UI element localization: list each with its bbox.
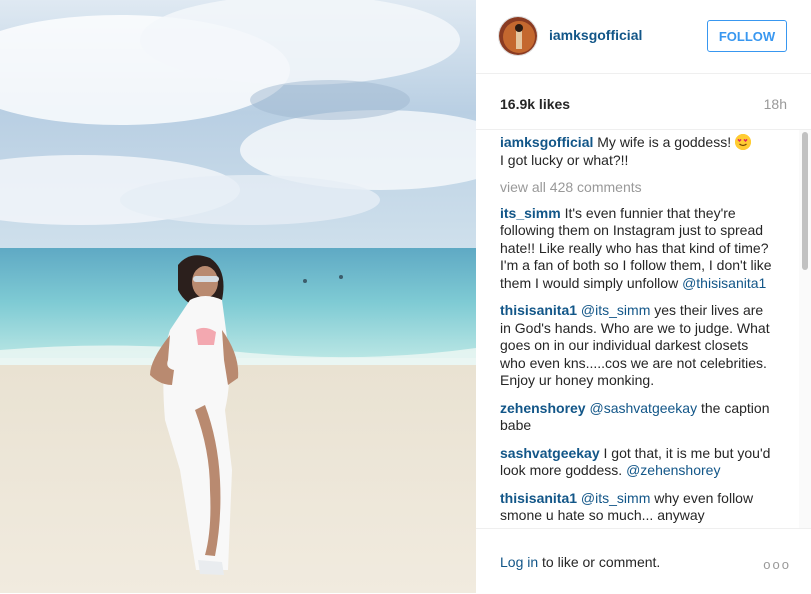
scrollbar-thumb[interactable] [802, 132, 808, 270]
comment-mention[interactable]: @thisisanita1 [682, 275, 766, 291]
login-prompt: Log in to like or comment. [500, 554, 660, 570]
comment: sashvatgeekay I got that, it is me but y… [500, 445, 775, 480]
login-prompt-text: to like or comment. [542, 554, 661, 570]
heart-eyes-emoji [735, 134, 751, 150]
caption-username[interactable]: iamksgofficial [500, 134, 593, 150]
post-photo[interactable] [0, 0, 476, 593]
more-options-icon[interactable]: ooo [763, 557, 791, 572]
likes-count[interactable]: 16.9k likes [500, 96, 570, 112]
avatar-image [499, 17, 537, 55]
comments-list[interactable]: iamksgofficial My wife is a goddess! I g… [476, 130, 799, 528]
comment-username[interactable]: thisisanita1 [500, 490, 577, 506]
login-link[interactable]: Log in [500, 554, 538, 570]
post-timestamp[interactable]: 18h [764, 96, 787, 112]
comment-username[interactable]: zehenshorey [500, 400, 586, 416]
follow-button[interactable]: FOLLOW [707, 20, 787, 52]
post-sidebar: iamksgofficial FOLLOW 16.9k likes 18h ia… [476, 0, 811, 593]
comment: zehenshorey @sashvatgeekay the caption b… [500, 400, 775, 435]
caption: iamksgofficial My wife is a goddess! I g… [500, 134, 775, 169]
comment-mention[interactable]: @its_simm [581, 302, 650, 318]
instagram-post-view: iamksgofficial FOLLOW 16.9k likes 18h ia… [0, 0, 811, 593]
comment-username[interactable]: sashvatgeekay [500, 445, 600, 461]
comment-username[interactable]: its_simm [500, 205, 561, 221]
comment-mention[interactable]: @zehenshorey [626, 462, 720, 478]
comment-mention[interactable]: @sashvatgeekay [589, 400, 697, 416]
view-all-comments-link[interactable]: view all 428 comments [500, 179, 775, 197]
heart-eyes-emoji-icon [735, 134, 751, 150]
post-stats: 16.9k likes 18h [476, 74, 811, 130]
caption-text-before: My wife is a goddess! [597, 134, 732, 150]
beach-photo-image [0, 0, 476, 593]
avatar[interactable] [498, 16, 538, 56]
comment-username[interactable]: thisisanita1 [500, 302, 577, 318]
header-username-link[interactable]: iamksgofficial [549, 27, 642, 43]
comment: thisisanita1 @its_simm why even follow s… [500, 490, 775, 525]
caption-text-after: I got lucky or what?!! [500, 151, 629, 168]
comment-mention[interactable]: @its_simm [581, 490, 650, 506]
post-footer: Log in to like or comment. ooo [476, 528, 811, 594]
comment: its_simm It's even funnier that they're … [500, 205, 775, 293]
post-header: iamksgofficial FOLLOW [476, 0, 811, 74]
comments-scrollbar[interactable] [799, 130, 811, 528]
comment: thisisanita1 @its_simm yes their lives a… [500, 302, 775, 390]
